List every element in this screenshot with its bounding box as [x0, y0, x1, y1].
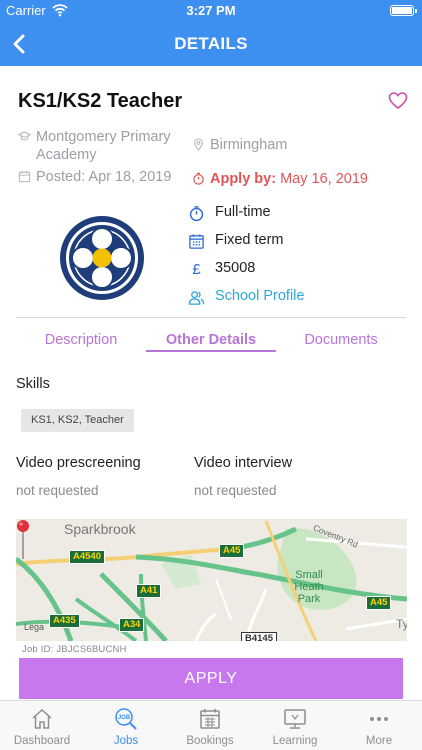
tab-more[interactable]: More: [337, 701, 421, 750]
tab-dashboard[interactable]: Dashboard: [0, 701, 84, 750]
stopwatch-icon: [193, 172, 204, 185]
road-badge: A435: [49, 614, 80, 628]
users-icon: [188, 291, 205, 305]
apply-button[interactable]: APPLY: [19, 658, 403, 699]
location-map[interactable]: Sparkbrook Coventry Rd Small Heath Park …: [16, 519, 407, 641]
active-tab-indicator: [146, 350, 276, 352]
road-badge: A4540: [69, 550, 105, 564]
tab-more-label: More: [365, 735, 393, 747]
job-location: Birmingham: [192, 136, 392, 154]
jobs-search-icon: JOB: [115, 708, 137, 730]
tab-dashboard-label: Dashboard: [13, 735, 71, 747]
bottom-tab-bar: Dashboard JOB Jobs Bookings Learning Mor…: [0, 700, 422, 750]
road-badge: A45: [219, 544, 245, 558]
graduation-cap-icon: [18, 131, 31, 141]
road-badge: A45: [366, 596, 392, 610]
tab-other-details[interactable]: Other Details: [146, 332, 276, 348]
posted-date-text: Posted: Apr 18, 2019: [36, 169, 172, 185]
video-interview-label: Video interview: [194, 455, 293, 471]
video-interview-value: not requested: [194, 483, 277, 498]
job-salary-text: 35008: [215, 260, 256, 276]
detail-tabs: Description Other Details Documents: [0, 318, 422, 358]
tab-documents[interactable]: Documents: [276, 332, 406, 348]
map-legal-label: Lega: [24, 622, 45, 632]
home-icon: [32, 708, 52, 729]
tab-bookings-label: Bookings: [186, 735, 234, 747]
school-profile-text[interactable]: School Profile: [215, 288, 304, 304]
video-prescreening-value: not requested: [16, 483, 99, 498]
road-badge: A41: [136, 584, 162, 598]
tab-learning-label: Learning: [272, 735, 318, 747]
location-pin-icon: [194, 138, 203, 151]
calendar-small-icon: [18, 170, 31, 183]
job-contract: Fixed term: [188, 230, 398, 258]
apply-by: Apply by: May 16, 2019: [192, 170, 412, 188]
clock: 3:27 PM: [186, 3, 236, 18]
school-name-text: Montgomery Primary Academy: [36, 129, 171, 163]
job-hours: Full-time: [188, 202, 398, 230]
pound-icon: £: [192, 261, 201, 278]
map-park-label: Small Heath Park: [294, 569, 324, 605]
posted-date: Posted: Apr 18, 2019: [18, 168, 193, 186]
skills-label: Skills: [16, 376, 50, 392]
tab-learning[interactable]: Learning: [253, 701, 337, 750]
location-text: Birmingham: [210, 137, 288, 153]
school-name: Montgomery Primary Academy: [18, 128, 193, 166]
nav-bar: DETAILS: [0, 22, 422, 66]
school-logo: [60, 216, 144, 300]
job-salary: £ 35008: [188, 258, 398, 286]
job-facts: Full-time Fixed term £ 35008 School Prof…: [188, 202, 398, 314]
apply-by-date: May 16, 2019: [280, 171, 368, 187]
road-badge: B4145: [241, 632, 277, 641]
apply-by-label: Apply by:: [210, 171, 277, 187]
job-title: KS1/KS2 Teacher: [18, 90, 183, 112]
job-summary: Full-time Fixed term £ 35008 School Prof…: [0, 190, 422, 318]
battery-icon: [390, 5, 417, 16]
school-profile-link[interactable]: School Profile: [188, 286, 398, 314]
monitor-icon: [284, 709, 306, 729]
job-contract-text: Fixed term: [215, 232, 284, 248]
skills-chip: KS1, KS2, Teacher: [21, 409, 134, 432]
more-dots-icon: [370, 717, 388, 721]
heart-icon[interactable]: [388, 91, 408, 111]
calendar-icon: [189, 234, 204, 249]
page-title: DETAILS: [174, 34, 248, 53]
svg-text:JOB: JOB: [118, 715, 131, 721]
map-area-label: Sparkbrook: [64, 521, 136, 537]
tab-jobs-label: Jobs: [113, 735, 139, 747]
map-edge-label: Ty: [396, 617, 407, 631]
status-bar: Carrier 3:27 PM: [0, 0, 422, 22]
job-header: KS1/KS2 Teacher Montgomery Primary Acade…: [0, 66, 422, 190]
job-hours-text: Full-time: [215, 204, 271, 220]
video-prescreening-label: Video prescreening: [16, 455, 141, 471]
tab-jobs[interactable]: JOB Jobs: [84, 701, 168, 750]
tab-bookings[interactable]: Bookings: [168, 701, 252, 750]
road-badge: A34: [119, 618, 145, 632]
tab-description[interactable]: Description: [16, 332, 146, 348]
map-pin-icon: [17, 520, 29, 559]
job-id: Job ID: JBJCS6BUCNH: [22, 644, 127, 655]
stopwatch-icon: [189, 206, 204, 222]
calendar-icon: [200, 709, 220, 729]
